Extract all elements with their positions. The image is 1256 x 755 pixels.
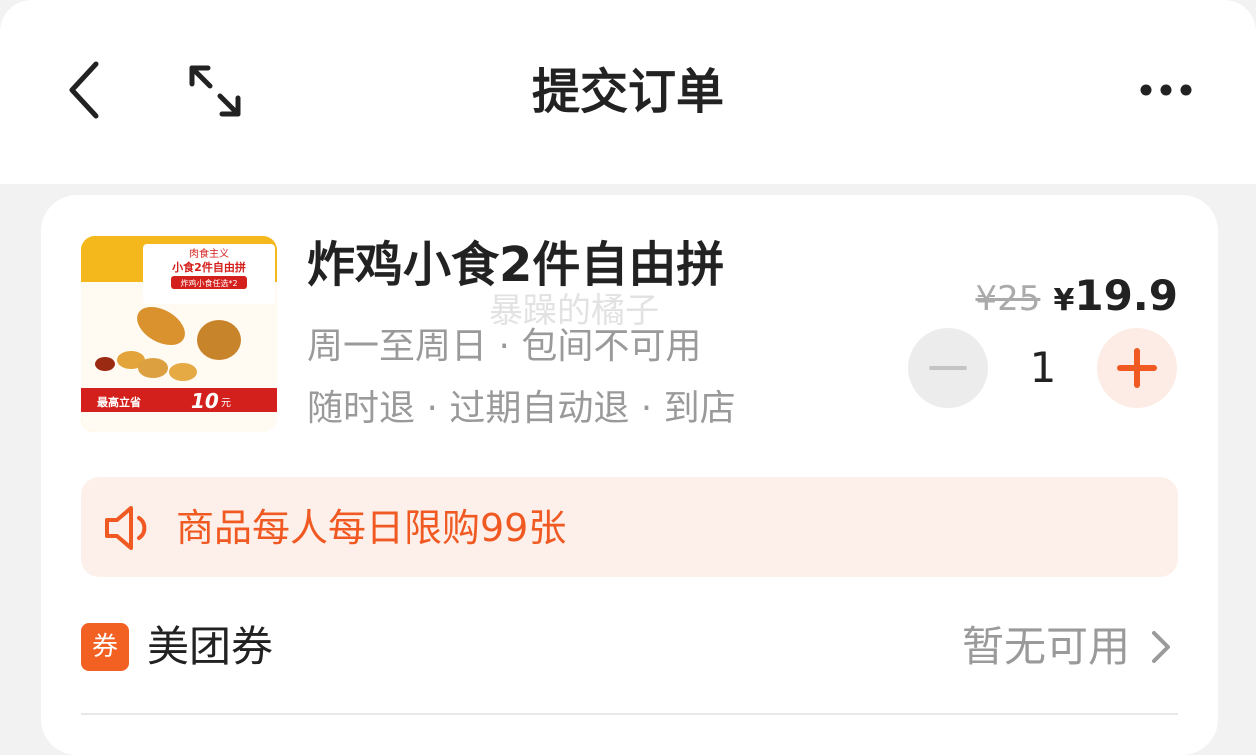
decrease-quantity-button[interactable] [908,328,988,408]
speaker-icon [105,506,147,550]
save-label: 最高立省 [97,395,141,409]
coupon-row[interactable]: 券 美团券 暂无可用 [81,603,1178,693]
currency-symbol: ¥ [1053,283,1075,318]
quantity-value: 1 [1029,343,1057,392]
price-group: ¥25 ¥19.9 [975,271,1178,320]
page-title: 提交订单 [531,64,724,120]
more-horizontal-icon [1140,84,1192,96]
current-price: ¥19.9 [1053,271,1178,320]
banner-top-text: 肉食主义 [189,247,229,260]
increase-quantity-button[interactable] [1097,328,1177,408]
chevron-right-icon [1152,631,1170,663]
original-price: ¥25 [975,279,1041,319]
coupon-badge-icon: 券 [81,623,129,671]
more-button[interactable] [1138,76,1194,104]
top-bar: 提交订单 [0,0,1256,184]
save-amount: 10 [191,389,219,413]
save-unit: 元 [221,398,231,409]
purchase-limit-notice: 商品每人每日限购99张 [81,477,1178,577]
banner-sub-text: 炸鸡小食任选*2 [180,278,237,288]
coupon-status: 暂无可用 [961,622,1130,671]
order-card: 肉食主义 小食2件自由拼 炸鸡小食任选*2 最高立省 10 元 炸鸡小食2件自由… [41,195,1218,755]
product-schedule: 周一至周日 · 包间不可用 [307,326,702,367]
divider [81,713,1178,715]
coupon-label: 美团券 [147,622,274,671]
price-value: 19.9 [1074,271,1178,320]
notice-text: 商品每人每日限购99张 [176,506,567,550]
product-policy: 随时退 · 过期自动退 · 到店 [307,388,736,429]
product-image[interactable]: 肉食主义 小食2件自由拼 炸鸡小食任选*2 最高立省 10 元 [81,236,277,432]
banner-main-text: 小食2件自由拼 [171,260,246,274]
